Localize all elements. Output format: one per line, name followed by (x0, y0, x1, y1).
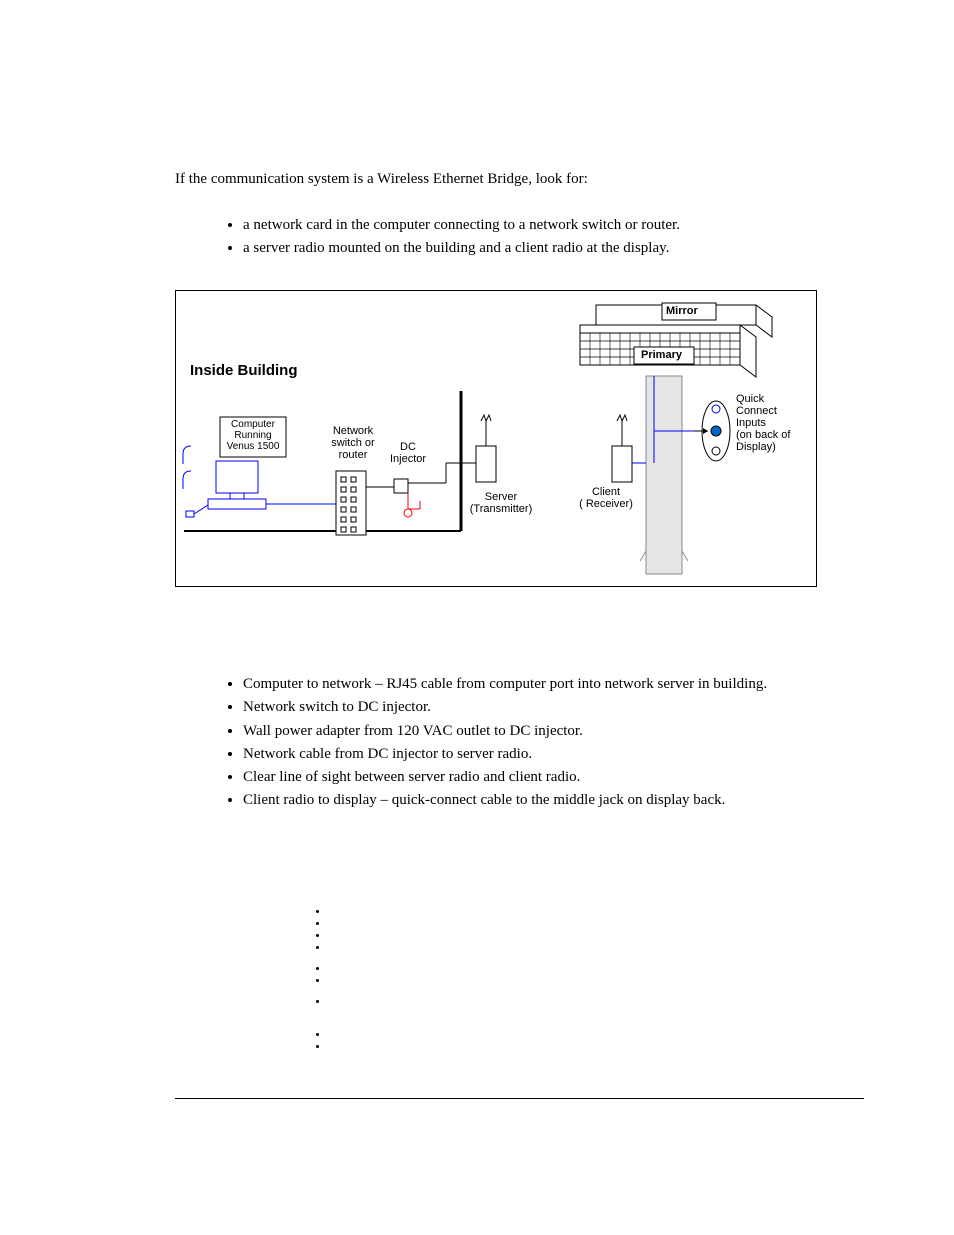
label-server: Server (Transmitter) (466, 491, 536, 515)
footer-left: Communicating with the Display: Networks (175, 1103, 370, 1115)
table-row: Cannot connect to display Verify power a… (176, 958, 815, 991)
label-dc-injector: DC Injector (388, 441, 428, 465)
label-computer: Computer Running Venus 1500 (223, 419, 283, 452)
label-mirror: Mirror (666, 305, 698, 317)
label-client: Client ( Receiver) (576, 486, 636, 510)
figure-caption: Figure 8: Wireless Ethernet Bridge Netwo… (175, 599, 864, 614)
label-inside-building: Inside Building (190, 363, 298, 380)
list-item: a network card in the computer connectin… (243, 214, 864, 237)
intro-paragraph: If the communication system is a Wireles… (175, 170, 864, 190)
page-footer: Communicating with the Display: Networks… (175, 1098, 864, 1115)
figure-wireless-bridge: Inside Building Mirror Primary Computer … (175, 290, 817, 587)
label-network-switch: Network switch or router (328, 425, 378, 461)
label-primary: Primary (641, 349, 682, 361)
list-item: a server radio mounted on the building a… (243, 237, 864, 260)
table-row: Cannot connect to display Verify IP addr… (176, 901, 815, 958)
list-item: Client radio to display – quick-connect … (243, 789, 864, 812)
list-item: Wall power adapter from 120 VAC outlet t… (243, 720, 864, 743)
table-row: Cannot connect to display Connect laptop… (176, 991, 815, 1024)
list-item: Network switch to DC injector. (243, 696, 864, 719)
troubleshooting-table: Wireless Ethernet Bridge Networks – Prob… (175, 847, 815, 1058)
label-quick-connect: Quick Connect Inputs (on back of Display… (736, 393, 806, 453)
table-header-remedies: Possible Remedies (303, 874, 815, 901)
connections-bullet-list: Computer to network – RJ45 cable from co… (175, 673, 864, 813)
list-item: Clear line of sight between server radio… (243, 766, 864, 789)
subheading-check-connections: Check these connections: (175, 650, 864, 667)
table-header-problem: Problem (176, 874, 303, 901)
table-title: Wireless Ethernet Bridge Networks – Prob… (176, 847, 815, 874)
page-number: 13 (853, 1103, 864, 1115)
intro-bullet-list: a network card in the computer connectin… (175, 214, 864, 261)
list-item: Network cable from DC injector to server… (243, 743, 864, 766)
list-item: Computer to network – RJ45 cable from co… (243, 673, 864, 696)
table-row: Cannot connect to display Verify client … (176, 1024, 815, 1057)
